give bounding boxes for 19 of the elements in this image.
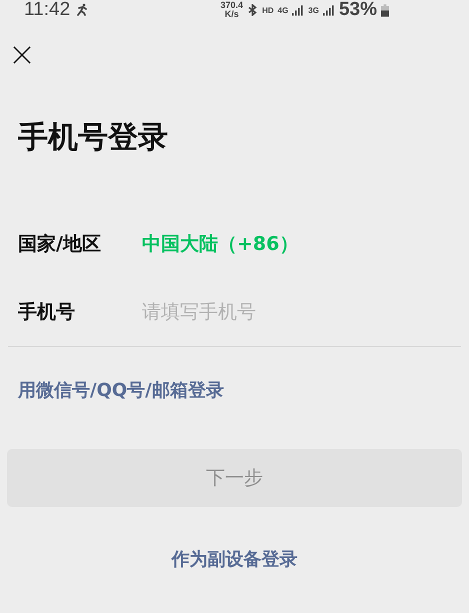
battery-icon xyxy=(381,4,389,16)
hd-label: HD xyxy=(262,6,274,14)
speed-unit: K/s xyxy=(224,10,239,19)
network-type: 3G xyxy=(308,6,319,14)
battery-level: 53% xyxy=(338,0,377,20)
alt-login-link[interactable]: 用微信号/QQ号/邮箱登录 xyxy=(18,378,224,402)
signal-icon xyxy=(322,4,335,16)
network-type: 4G xyxy=(278,6,288,14)
secondary-device-link[interactable]: 作为副设备登录 xyxy=(172,547,298,571)
page-title: 手机号登录 xyxy=(18,119,169,157)
close-icon[interactable] xyxy=(13,46,31,64)
network-speed: 370.4 xyxy=(220,1,244,10)
field-label: 手机号 xyxy=(18,300,76,325)
signal-icon xyxy=(292,4,304,16)
runner-icon xyxy=(76,3,88,16)
phone-input[interactable]: 请填写手机号 xyxy=(142,301,392,323)
clock-time: 11:42 xyxy=(24,0,70,20)
bluetooth-icon xyxy=(247,4,258,16)
field-label: 国家/地区 xyxy=(18,232,102,257)
